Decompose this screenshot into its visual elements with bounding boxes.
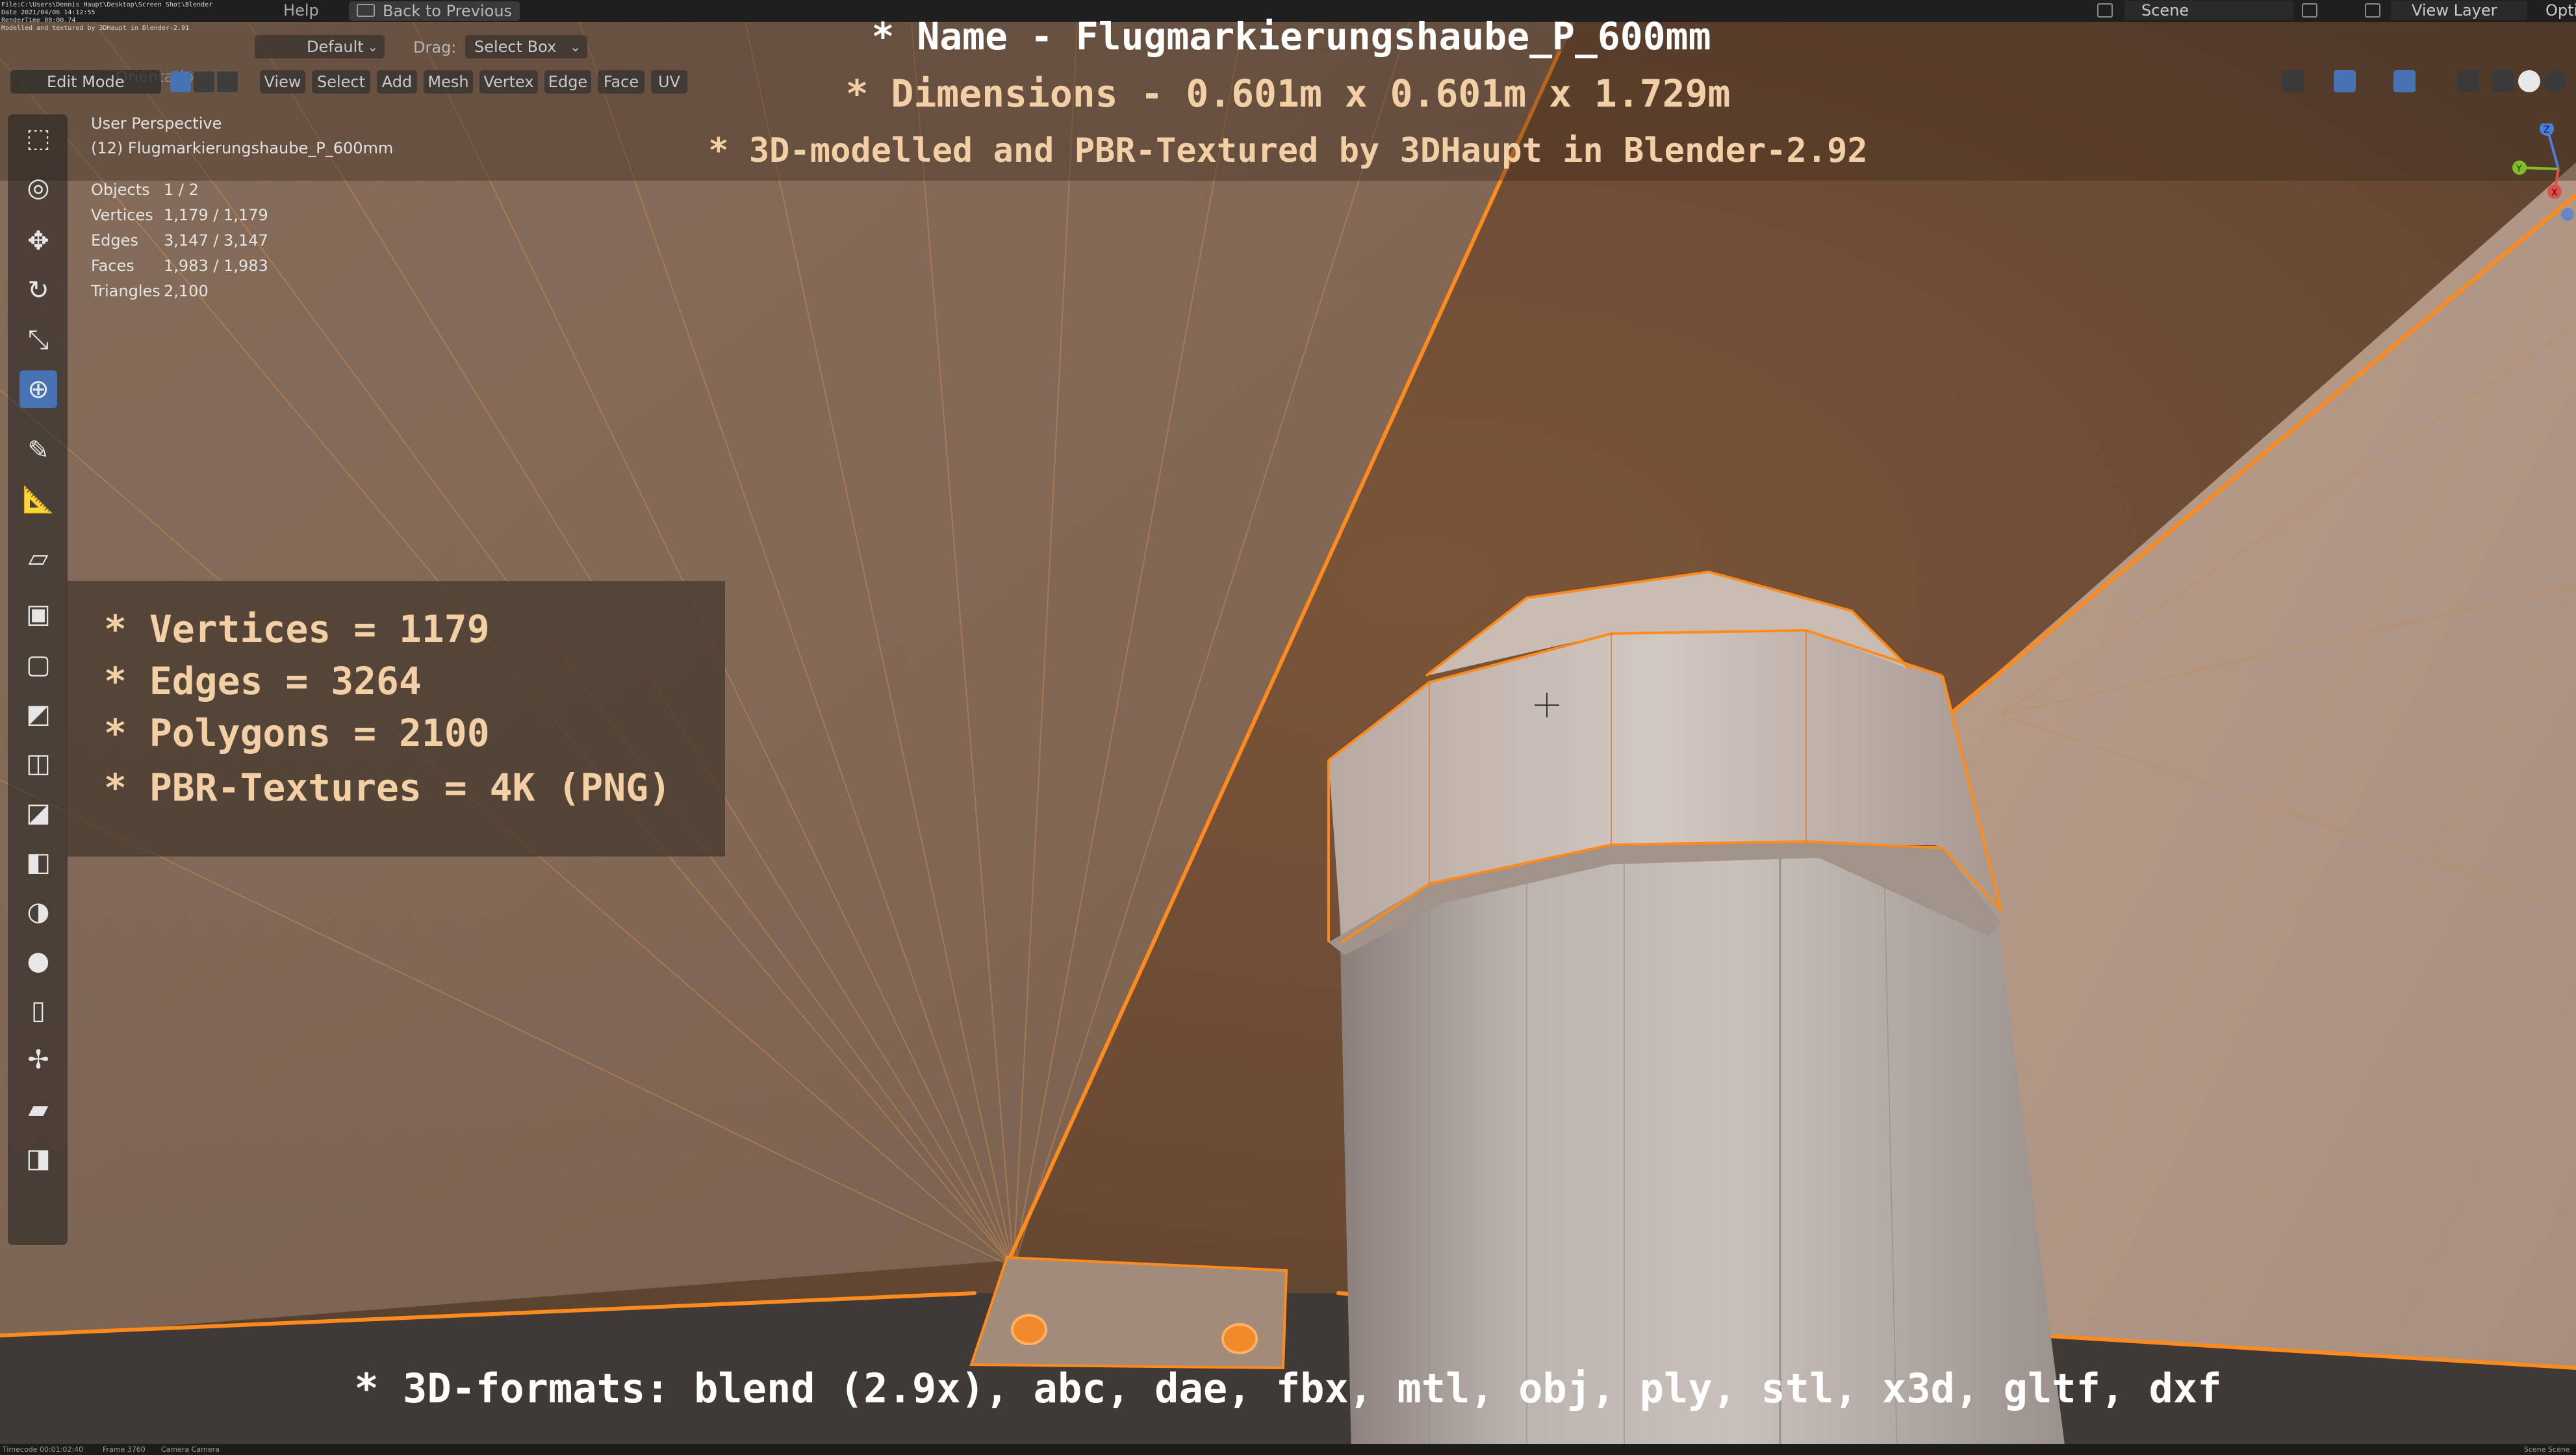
gizmo-z-label: Z <box>2544 125 2550 135</box>
stat-label: Faces <box>91 257 134 275</box>
camera-label: Camera Camera <box>161 1445 220 1454</box>
transform-tool-icon[interactable]: ⊕ <box>19 370 57 408</box>
status-bar: Timecode 00:01:02:40 Frame 3760 Camera C… <box>0 1444 2576 1455</box>
knife-tool-icon[interactable]: ◪ <box>19 794 57 832</box>
rotate-tool-icon[interactable]: ↻ <box>19 272 57 309</box>
stat-label: Vertices <box>91 206 153 224</box>
shrink-fatten-tool-icon[interactable]: ✢ <box>19 1041 57 1079</box>
stat-label: Triangles <box>91 282 160 300</box>
stat-value: 1,179 / 1,179 <box>164 206 268 224</box>
stat-value: 2,100 <box>164 282 209 300</box>
stat-value: 3,147 / 3,147 <box>164 231 268 250</box>
stat-value: 1 / 2 <box>164 181 199 199</box>
vertices-stat: * Vertices = 1179 <box>104 607 490 651</box>
scene-label: Scene Scene <box>2524 1445 2570 1454</box>
tool-shelf: ⬚ ◎ ✥ ↻ ⤡ ⊕ ✎ 📐 ▱ ▣ ▢ ◩ ◫ ◪ ◧ ◑ ● ▯ ✢ ▰ … <box>8 114 68 1245</box>
3d-cursor-icon <box>1535 693 1559 717</box>
dimensions-title: * Dimensions - 0.601m x 0.601m x 1.729m <box>845 71 1731 116</box>
annotate-tool-icon[interactable]: ✎ <box>19 431 57 469</box>
add-cube-tool-icon[interactable]: ▱ <box>19 539 57 577</box>
scale-tool-icon[interactable]: ⤡ <box>19 321 57 359</box>
rip-region-tool-icon[interactable]: ◨ <box>19 1140 57 1178</box>
gizmo-x-label: X <box>2551 188 2558 198</box>
move-tool-icon[interactable]: ✥ <box>19 222 57 260</box>
measure-tool-icon[interactable]: 📐 <box>19 481 57 519</box>
frame-label: Frame 3760 <box>103 1445 146 1454</box>
stat-objects: Objects 1 / 2 <box>91 181 199 199</box>
shear-tool-icon[interactable]: ▰ <box>19 1090 57 1128</box>
polygons-stat: * Polygons = 2100 <box>104 711 490 755</box>
stat-edges: Edges 3,147 / 3,147 <box>91 231 268 250</box>
formats-line: * 3D-formats: blend (2.9x), abc, dae, fb… <box>354 1365 2222 1412</box>
stat-faces: Faces 1,983 / 1,983 <box>91 257 268 275</box>
stat-label: Objects <box>91 181 150 199</box>
poly-build-tool-icon[interactable]: ◧ <box>19 843 57 881</box>
timecode-label: Timecode 00:01:02:40 <box>3 1445 84 1454</box>
navigation-gizmo[interactable]: Z Y X <box>2508 123 2576 227</box>
perspective-label: User Perspective <box>91 114 222 133</box>
smooth-tool-icon[interactable]: ● <box>19 942 57 980</box>
loop-cut-tool-icon[interactable]: ◫ <box>19 745 57 782</box>
gizmo-y-label: Y <box>2516 164 2522 174</box>
stat-vertices: Vertices 1,179 / 1,179 <box>91 206 268 224</box>
stat-value: 1,983 / 1,983 <box>164 257 268 275</box>
select-box-tool-icon[interactable]: ⬚ <box>19 120 57 157</box>
textures-stat: * PBR-Textures = 4K (PNG) <box>104 766 671 810</box>
cursor-tool-icon[interactable]: ◎ <box>19 169 57 207</box>
credit-title: * 3D-modelled and PBR-Textured by 3DHaup… <box>708 131 1868 170</box>
model-stats-box: * Vertices = 1179 * Edges = 3264 * Polyg… <box>66 581 725 856</box>
extrude-region-tool-icon[interactable]: ▣ <box>19 595 57 633</box>
inset-faces-tool-icon[interactable]: ▢ <box>19 646 57 684</box>
edges-stat: * Edges = 3264 <box>104 659 422 703</box>
edge-slide-tool-icon[interactable]: ▯ <box>19 992 57 1029</box>
spin-tool-icon[interactable]: ◑ <box>19 893 57 931</box>
name-title: * Name - Flugmarkierungshaube_P_600mm <box>871 14 1711 58</box>
stat-triangles: Triangles 2,100 <box>91 282 209 300</box>
stamp-file: File:C:\Users\Dennis Haupt\Desktop\Scree… <box>1 1 213 8</box>
bevel-tool-icon[interactable]: ◩ <box>19 695 57 733</box>
stat-label: Edges <box>91 231 138 250</box>
